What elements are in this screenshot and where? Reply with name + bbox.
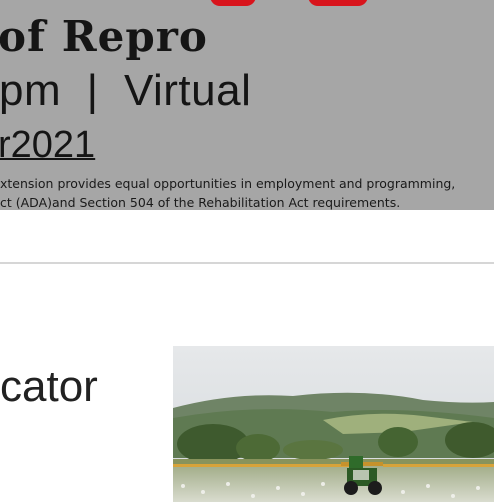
banner-notice-line: xtension provides equal opportunities in… [0,176,456,191]
event-banner-image: of Repro pm | Virtual r2021 xtension pro… [0,0,494,210]
banner-notice: xtension provides equal opportunities in… [0,174,455,210]
banner-red-title-fragment [308,0,368,6]
banner-subtitle: pm | Virtual [0,66,252,115]
section-divider [0,262,494,264]
banner-date: r2021 [0,124,96,166]
section-heading: cator [0,362,98,411]
banner-notice-line: ct (ADA)and Section 504 of the Rehabilit… [0,195,401,210]
banner-red-title-fragment [210,0,256,6]
field-tractor-photo[interactable] [173,346,494,502]
banner-title: of Repro [0,12,208,61]
